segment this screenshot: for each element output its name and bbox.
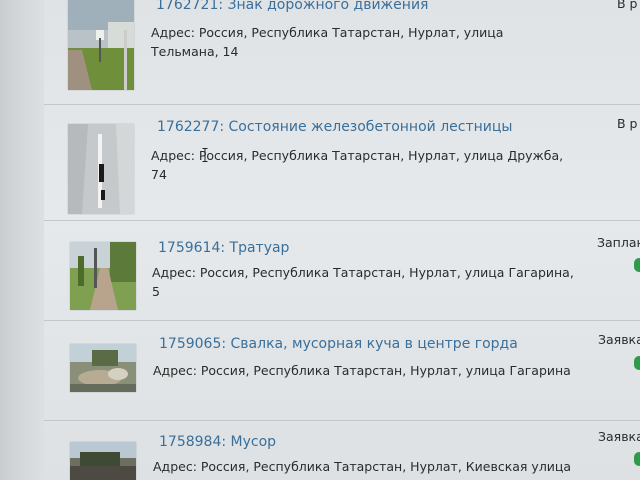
problem-photo[interactable] — [70, 242, 136, 310]
problem-address: Адрес: Россия, Республика Татарстан, Нур… — [153, 361, 583, 380]
address-line-1: Адрес: Россия, Республика Татарстан, Нур… — [153, 459, 572, 474]
problem-title-link[interactable]: 1759614: Тратуар — [158, 240, 289, 256]
problem-list: 1762721: Знак дорожного движения Адрес: … — [44, 0, 640, 480]
address-line-2: 5 — [152, 284, 160, 299]
problem-address: Адрес: Россия, Республика Татарстан, Нур… — [151, 23, 581, 61]
green-dot-icon — [634, 356, 640, 370]
list-item[interactable]: 1759614: Тратуар Адрес: Россия, Республи… — [44, 220, 640, 321]
problem-address: Адрес: Россия, Республика Татарстан, Нур… — [152, 263, 582, 301]
address-line-1: Адрес: Россия, Республика Татарстан, Нур… — [151, 148, 564, 163]
green-dot-icon — [634, 258, 640, 272]
status-label: В р — [617, 0, 638, 11]
address-line-2: 74 — [151, 167, 167, 182]
problem-photo[interactable] — [70, 442, 136, 480]
status-label: Заявка — [598, 332, 640, 347]
problem-title-link[interactable]: 1762721: Знак дорожного движения — [156, 0, 428, 13]
problem-address: Адрес: Россия, Республика Татарстан, Нур… — [153, 457, 583, 476]
problem-title-link[interactable]: 1762277: Состояние железобетонной лестни… — [157, 119, 512, 135]
problem-address: Адрес: Россия, Республика Татарстан, Нур… — [151, 146, 581, 184]
left-rail — [0, 0, 44, 480]
list-item[interactable]: 1762277: Состояние железобетонной лестни… — [44, 104, 640, 221]
problem-photo[interactable] — [70, 344, 136, 392]
problem-title-link[interactable]: 1758984: Мусор — [159, 434, 276, 450]
address-line-1: Адрес: Россия, Республика Татарстан, Нур… — [152, 265, 574, 280]
problem-photo[interactable] — [68, 0, 134, 90]
address-line-2: Тельмана, 14 — [151, 44, 239, 59]
problem-title-link[interactable]: 1759065: Свалка, мусорная куча в центре … — [159, 336, 518, 352]
problem-photo[interactable] — [68, 124, 134, 214]
screen: 1762721: Знак дорожного движения Адрес: … — [0, 0, 640, 480]
address-line-1: Адрес: Россия, Республика Татарстан, Нур… — [151, 25, 504, 40]
green-dot-icon — [634, 452, 640, 466]
status-label: Заявка — [598, 429, 640, 444]
text-cursor-icon — [202, 148, 208, 162]
list-item[interactable]: 1759065: Свалка, мусорная куча в центре … — [44, 320, 640, 421]
address-line-1: Адрес: Россия, Республика Татарстан, Нур… — [153, 363, 571, 378]
status-label: В р — [617, 116, 638, 131]
status-label: Заплан — [597, 235, 640, 250]
list-item[interactable]: 1762721: Знак дорожного движения Адрес: … — [44, 0, 640, 105]
list-item[interactable]: 1758984: Мусор Адрес: Россия, Республика… — [44, 420, 640, 480]
